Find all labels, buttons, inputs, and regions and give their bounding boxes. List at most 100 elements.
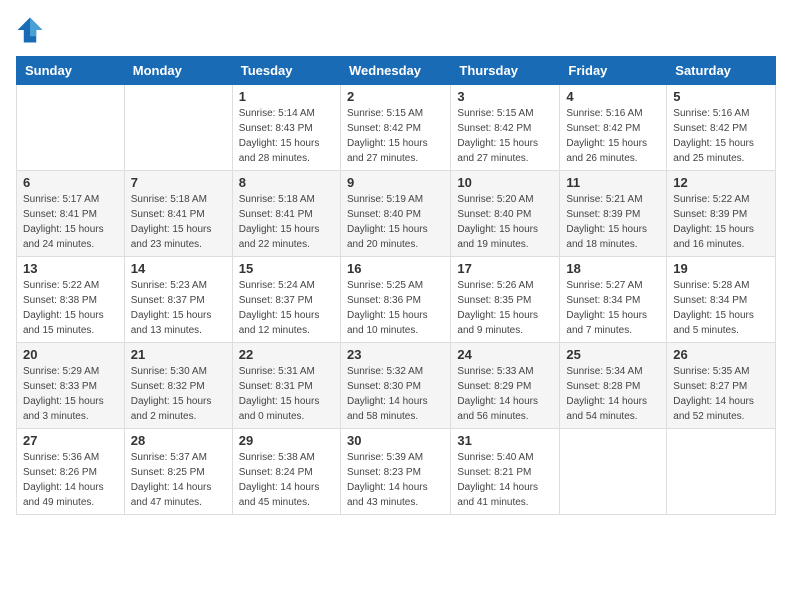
calendar-cell: 29 Sunrise: 5:38 AMSunset: 8:24 PMDaylig… [232,429,340,515]
calendar-cell: 30 Sunrise: 5:39 AMSunset: 8:23 PMDaylig… [340,429,450,515]
calendar-cell: 8 Sunrise: 5:18 AMSunset: 8:41 PMDayligh… [232,171,340,257]
day-number: 1 [239,89,334,104]
day-number: 3 [457,89,553,104]
day-detail: Sunrise: 5:28 AMSunset: 8:34 PMDaylight:… [673,278,769,338]
day-detail: Sunrise: 5:32 AMSunset: 8:30 PMDaylight:… [347,364,444,424]
calendar-cell: 12 Sunrise: 5:22 AMSunset: 8:39 PMDaylig… [667,171,776,257]
day-number: 10 [457,175,553,190]
day-detail: Sunrise: 5:20 AMSunset: 8:40 PMDaylight:… [457,192,553,252]
calendar-cell: 21 Sunrise: 5:30 AMSunset: 8:32 PMDaylig… [124,343,232,429]
day-detail: Sunrise: 5:39 AMSunset: 8:23 PMDaylight:… [347,450,444,510]
day-number: 21 [131,347,226,362]
calendar-cell: 5 Sunrise: 5:16 AMSunset: 8:42 PMDayligh… [667,85,776,171]
calendar-week-row: 20 Sunrise: 5:29 AMSunset: 8:33 PMDaylig… [17,343,776,429]
day-number: 29 [239,433,334,448]
calendar-cell: 25 Sunrise: 5:34 AMSunset: 8:28 PMDaylig… [560,343,667,429]
calendar-week-row: 6 Sunrise: 5:17 AMSunset: 8:41 PMDayligh… [17,171,776,257]
calendar-cell: 1 Sunrise: 5:14 AMSunset: 8:43 PMDayligh… [232,85,340,171]
day-number: 20 [23,347,118,362]
day-detail: Sunrise: 5:30 AMSunset: 8:32 PMDaylight:… [131,364,226,424]
calendar-cell [124,85,232,171]
day-number: 11 [566,175,660,190]
calendar-cell: 11 Sunrise: 5:21 AMSunset: 8:39 PMDaylig… [560,171,667,257]
day-number: 9 [347,175,444,190]
day-detail: Sunrise: 5:26 AMSunset: 8:35 PMDaylight:… [457,278,553,338]
day-detail: Sunrise: 5:25 AMSunset: 8:36 PMDaylight:… [347,278,444,338]
calendar-cell: 28 Sunrise: 5:37 AMSunset: 8:25 PMDaylig… [124,429,232,515]
calendar-cell: 19 Sunrise: 5:28 AMSunset: 8:34 PMDaylig… [667,257,776,343]
day-detail: Sunrise: 5:37 AMSunset: 8:25 PMDaylight:… [131,450,226,510]
day-detail: Sunrise: 5:16 AMSunset: 8:42 PMDaylight:… [673,106,769,166]
calendar-cell: 16 Sunrise: 5:25 AMSunset: 8:36 PMDaylig… [340,257,450,343]
day-number: 25 [566,347,660,362]
day-detail: Sunrise: 5:36 AMSunset: 8:26 PMDaylight:… [23,450,118,510]
day-number: 26 [673,347,769,362]
day-number: 31 [457,433,553,448]
day-number: 13 [23,261,118,276]
day-number: 5 [673,89,769,104]
calendar-cell: 15 Sunrise: 5:24 AMSunset: 8:37 PMDaylig… [232,257,340,343]
weekday-header: Saturday [667,57,776,85]
calendar-cell: 24 Sunrise: 5:33 AMSunset: 8:29 PMDaylig… [451,343,560,429]
weekday-header: Tuesday [232,57,340,85]
day-detail: Sunrise: 5:38 AMSunset: 8:24 PMDaylight:… [239,450,334,510]
calendar-week-row: 1 Sunrise: 5:14 AMSunset: 8:43 PMDayligh… [17,85,776,171]
day-number: 27 [23,433,118,448]
calendar-table: SundayMondayTuesdayWednesdayThursdayFrid… [16,56,776,515]
calendar-cell: 20 Sunrise: 5:29 AMSunset: 8:33 PMDaylig… [17,343,125,429]
day-detail: Sunrise: 5:16 AMSunset: 8:42 PMDaylight:… [566,106,660,166]
calendar-cell: 13 Sunrise: 5:22 AMSunset: 8:38 PMDaylig… [17,257,125,343]
day-number: 28 [131,433,226,448]
calendar-cell: 6 Sunrise: 5:17 AMSunset: 8:41 PMDayligh… [17,171,125,257]
day-detail: Sunrise: 5:21 AMSunset: 8:39 PMDaylight:… [566,192,660,252]
day-number: 8 [239,175,334,190]
calendar-cell: 4 Sunrise: 5:16 AMSunset: 8:42 PMDayligh… [560,85,667,171]
weekday-header: Sunday [17,57,125,85]
day-detail: Sunrise: 5:15 AMSunset: 8:42 PMDaylight:… [457,106,553,166]
day-detail: Sunrise: 5:18 AMSunset: 8:41 PMDaylight:… [131,192,226,252]
calendar-cell [560,429,667,515]
day-number: 6 [23,175,118,190]
day-detail: Sunrise: 5:15 AMSunset: 8:42 PMDaylight:… [347,106,444,166]
day-number: 7 [131,175,226,190]
calendar-week-row: 13 Sunrise: 5:22 AMSunset: 8:38 PMDaylig… [17,257,776,343]
day-number: 23 [347,347,444,362]
page-header [16,16,776,44]
day-detail: Sunrise: 5:24 AMSunset: 8:37 PMDaylight:… [239,278,334,338]
calendar-cell: 2 Sunrise: 5:15 AMSunset: 8:42 PMDayligh… [340,85,450,171]
day-detail: Sunrise: 5:29 AMSunset: 8:33 PMDaylight:… [23,364,118,424]
day-number: 18 [566,261,660,276]
weekday-header: Monday [124,57,232,85]
day-number: 17 [457,261,553,276]
calendar-cell [667,429,776,515]
day-number: 16 [347,261,444,276]
calendar-cell: 17 Sunrise: 5:26 AMSunset: 8:35 PMDaylig… [451,257,560,343]
day-number: 4 [566,89,660,104]
calendar-cell: 7 Sunrise: 5:18 AMSunset: 8:41 PMDayligh… [124,171,232,257]
calendar-week-row: 27 Sunrise: 5:36 AMSunset: 8:26 PMDaylig… [17,429,776,515]
calendar-cell: 22 Sunrise: 5:31 AMSunset: 8:31 PMDaylig… [232,343,340,429]
day-number: 22 [239,347,334,362]
day-number: 12 [673,175,769,190]
calendar-cell: 27 Sunrise: 5:36 AMSunset: 8:26 PMDaylig… [17,429,125,515]
day-detail: Sunrise: 5:40 AMSunset: 8:21 PMDaylight:… [457,450,553,510]
day-detail: Sunrise: 5:14 AMSunset: 8:43 PMDaylight:… [239,106,334,166]
day-number: 30 [347,433,444,448]
calendar-cell: 3 Sunrise: 5:15 AMSunset: 8:42 PMDayligh… [451,85,560,171]
calendar-cell: 18 Sunrise: 5:27 AMSunset: 8:34 PMDaylig… [560,257,667,343]
day-number: 15 [239,261,334,276]
day-detail: Sunrise: 5:23 AMSunset: 8:37 PMDaylight:… [131,278,226,338]
day-detail: Sunrise: 5:31 AMSunset: 8:31 PMDaylight:… [239,364,334,424]
logo [16,16,48,44]
calendar-cell: 26 Sunrise: 5:35 AMSunset: 8:27 PMDaylig… [667,343,776,429]
day-number: 19 [673,261,769,276]
calendar-cell: 23 Sunrise: 5:32 AMSunset: 8:30 PMDaylig… [340,343,450,429]
day-number: 2 [347,89,444,104]
day-detail: Sunrise: 5:22 AMSunset: 8:38 PMDaylight:… [23,278,118,338]
day-detail: Sunrise: 5:27 AMSunset: 8:34 PMDaylight:… [566,278,660,338]
calendar-cell: 31 Sunrise: 5:40 AMSunset: 8:21 PMDaylig… [451,429,560,515]
logo-icon [16,16,44,44]
day-detail: Sunrise: 5:35 AMSunset: 8:27 PMDaylight:… [673,364,769,424]
weekday-header: Friday [560,57,667,85]
weekday-header: Thursday [451,57,560,85]
